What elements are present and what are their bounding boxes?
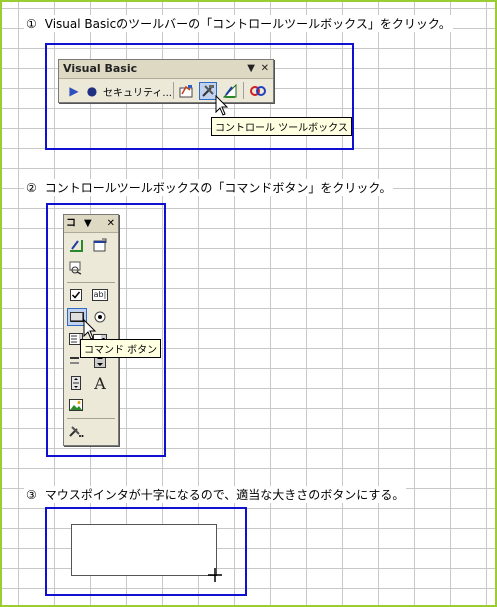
textbox-control-label: ab|: [91, 289, 109, 301]
crosshair-cursor-icon: [208, 567, 222, 586]
step-2-text: ② コントロールツールボックスの「コマンドボタン」をクリック。: [24, 179, 394, 196]
control-toolbox-close-icon[interactable]: ✕: [107, 215, 115, 232]
view-code-icon[interactable]: [67, 259, 85, 277]
run-macro-icon[interactable]: ▶: [65, 82, 83, 100]
design-mode-icon[interactable]: [67, 236, 85, 254]
vb-toolbar-close-icon[interactable]: ✕: [261, 60, 269, 78]
vb-toolbar-dropdown-icon[interactable]: ▼: [247, 60, 255, 78]
scrollbar-control-icon[interactable]: [67, 374, 85, 392]
vb-toolbar-titlebar[interactable]: Visual Basic ▼ ✕: [59, 60, 273, 79]
control-toolbox-titlebar[interactable]: コ ▼ ✕: [64, 215, 118, 233]
drawn-button-outline: [71, 524, 217, 576]
step-1-label: Visual Basicのツールバーの「コントロールツールボックス」をクリック。: [44, 17, 451, 31]
vb-toolbar-title: Visual Basic: [63, 62, 138, 75]
step-3-text: ③ マウスポインタが十字になるので、適当な大きさのボタンにする。: [24, 486, 407, 503]
visual-basic-editor-icon[interactable]: [177, 82, 195, 100]
step-3-number: ③: [26, 488, 37, 502]
step-2-number: ②: [26, 181, 37, 195]
toolbar-separator-2: [243, 82, 244, 99]
step-1-text: ① Visual Basicのツールバーの「コントロールツールボックス」をクリック…: [24, 15, 453, 32]
control-toolbox-title: コ: [66, 218, 76, 229]
control-toolbox-tooltip: コントロール ツールボックス: [211, 117, 352, 136]
textbox-control-icon[interactable]: ab|: [91, 286, 109, 304]
more-controls-icon[interactable]: [67, 422, 85, 440]
toolbox-separator: [67, 282, 115, 283]
microsoft-script-editor-icon[interactable]: [249, 82, 267, 100]
security-button[interactable]: セキュリティ...: [103, 82, 173, 100]
record-macro-icon[interactable]: ●: [83, 82, 101, 100]
toolbar-separator: [173, 82, 174, 99]
security-button-label: セキュリティ...: [103, 87, 172, 99]
properties-icon[interactable]: [91, 236, 109, 254]
image-control-icon[interactable]: [67, 396, 85, 414]
label-control-icon[interactable]: A: [91, 374, 109, 393]
command-button-tooltip: コマンド ボタン: [80, 339, 162, 358]
toolbox-separator-2: [67, 418, 115, 419]
visual-basic-toolbar: Visual Basic ▼ ✕ ▶ ● セキュリティ...: [58, 59, 274, 103]
step-2-label: コントロールツールボックスの「コマンドボタン」をクリック。: [44, 181, 392, 195]
checkbox-control-icon[interactable]: [67, 286, 85, 304]
step-3-label: マウスポインタが十字になるので、適当な大きさのボタンにする。: [44, 488, 405, 502]
step-1-number: ①: [26, 17, 37, 31]
control-toolbox-dropdown-icon[interactable]: ▼: [84, 215, 92, 232]
